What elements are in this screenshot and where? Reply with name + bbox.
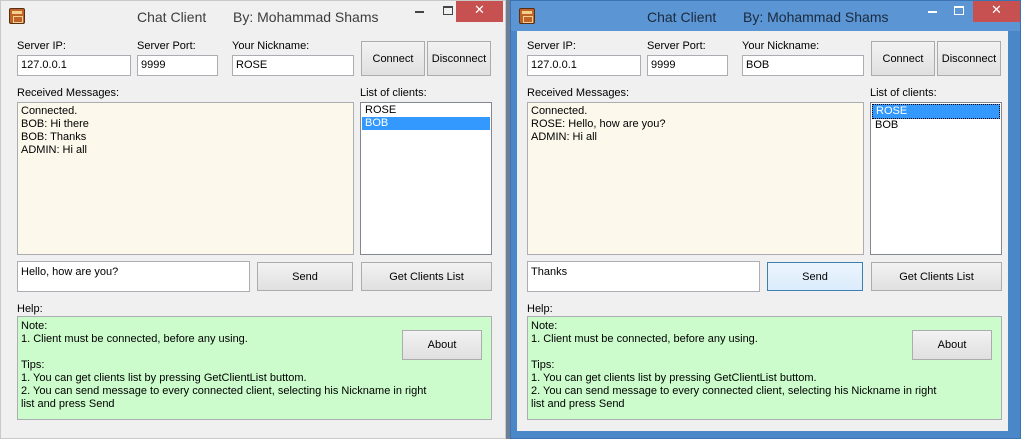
server-port-label: Server Port: [647, 40, 706, 52]
message-line: ROSE: Hello, how are you? [531, 118, 666, 130]
nickname-label: Your Nickname: [742, 40, 820, 52]
client-item-rose[interactable]: ROSE [362, 104, 490, 117]
nickname-label: Your Nickname: [232, 40, 310, 52]
disconnect-button[interactable]: Disconnect [427, 41, 491, 76]
received-messages-label: Received Messages: [17, 87, 120, 99]
server-ip-label: Server IP: [17, 40, 66, 52]
message-input[interactable]: Thanks [527, 261, 760, 292]
minimize-button[interactable] [406, 1, 433, 22]
chat-client-window-rose: Chat Client By: Mohammad Shams ✕ Server … [0, 0, 506, 439]
close-icon: ✕ [991, 2, 1002, 17]
chat-client-window-bob: Chat Client By: Mohammad Shams ✕ Server … [510, 0, 1021, 439]
connect-button[interactable]: Connect [871, 41, 935, 76]
help-line: Tips: [21, 359, 45, 371]
title-bar[interactable]: Chat Client By: Mohammad Shams ✕ [511, 1, 1020, 31]
close-button[interactable]: ✕ [456, 1, 503, 22]
send-button[interactable]: Send [257, 262, 353, 291]
window-author: By: Mohammad Shams [743, 9, 889, 25]
about-button[interactable]: About [402, 330, 482, 360]
help-line: list and press Send [531, 398, 625, 410]
client-area: Server IP: 127.0.0.1 Server Port: 9999 Y… [7, 31, 498, 431]
help-label: Help: [17, 303, 43, 315]
window-title: Chat Client [137, 9, 207, 25]
help-label: Help: [527, 303, 553, 315]
message-line: Connected. [531, 105, 588, 117]
help-line: 1. You can get clients list by pressing … [21, 372, 307, 384]
server-ip-input[interactable]: 127.0.0.1 [17, 55, 131, 76]
connect-button[interactable]: Connect [361, 41, 425, 76]
message-line: BOB: Hi there [21, 118, 89, 130]
message-line: BOB: Thanks [21, 131, 87, 143]
maximize-icon [443, 6, 453, 15]
received-messages-label: Received Messages: [527, 87, 630, 99]
help-line: Tips: [531, 359, 555, 371]
window-author: By: Mohammad Shams [233, 9, 379, 25]
server-ip-input[interactable]: 127.0.0.1 [527, 55, 641, 76]
minimize-icon [928, 11, 937, 13]
app-icon[interactable] [9, 8, 25, 24]
minimize-icon [415, 11, 424, 13]
window-title: Chat Client [647, 9, 717, 25]
about-button[interactable]: About [912, 330, 992, 360]
message-input[interactable]: Hello, how are you? [17, 261, 250, 292]
get-clients-list-button[interactable]: Get Clients List [871, 262, 1002, 291]
message-line: ADMIN: Hi all [531, 131, 598, 143]
get-clients-list-button[interactable]: Get Clients List [361, 262, 492, 291]
send-button[interactable]: Send [767, 262, 863, 291]
close-icon: ✕ [474, 2, 485, 17]
message-line: Connected. [21, 105, 78, 117]
clients-list-label: List of clients: [870, 87, 937, 99]
clients-listbox[interactable]: ROSE BOB [360, 102, 492, 255]
server-ip-label: Server IP: [527, 40, 576, 52]
maximize-icon [954, 6, 964, 15]
client-item-bob[interactable]: BOB [872, 119, 1000, 132]
server-port-input[interactable]: 9999 [647, 55, 728, 76]
maximize-button[interactable] [946, 1, 973, 22]
clients-listbox[interactable]: ROSE BOB [870, 102, 1002, 255]
help-line: 1. You can get clients list by pressing … [531, 372, 817, 384]
client-item-bob[interactable]: BOB [362, 117, 490, 130]
help-line: 2. You can send message to every connect… [21, 385, 427, 397]
clients-list-label: List of clients: [360, 87, 427, 99]
client-area: Server IP: 127.0.0.1 Server Port: 9999 Y… [517, 31, 1008, 431]
received-messages-box[interactable]: Connected. BOB: Hi there BOB: Thanks ADM… [17, 102, 354, 255]
received-messages-box[interactable]: Connected. ROSE: Hello, how are you? ADM… [527, 102, 864, 255]
close-button[interactable]: ✕ [973, 1, 1020, 22]
disconnect-button[interactable]: Disconnect [937, 41, 1001, 76]
minimize-button[interactable] [919, 1, 946, 22]
help-line: list and press Send [21, 398, 115, 410]
client-item-rose[interactable]: ROSE [872, 104, 1000, 119]
nickname-input[interactable]: BOB [742, 55, 864, 76]
server-port-input[interactable]: 9999 [137, 55, 218, 76]
message-line: ADMIN: Hi all [21, 144, 88, 156]
help-line: 2. You can send message to every connect… [531, 385, 937, 397]
title-bar[interactable]: Chat Client By: Mohammad Shams ✕ [1, 1, 505, 31]
nickname-input[interactable]: ROSE [232, 55, 354, 76]
app-icon[interactable] [519, 8, 535, 24]
server-port-label: Server Port: [137, 40, 196, 52]
